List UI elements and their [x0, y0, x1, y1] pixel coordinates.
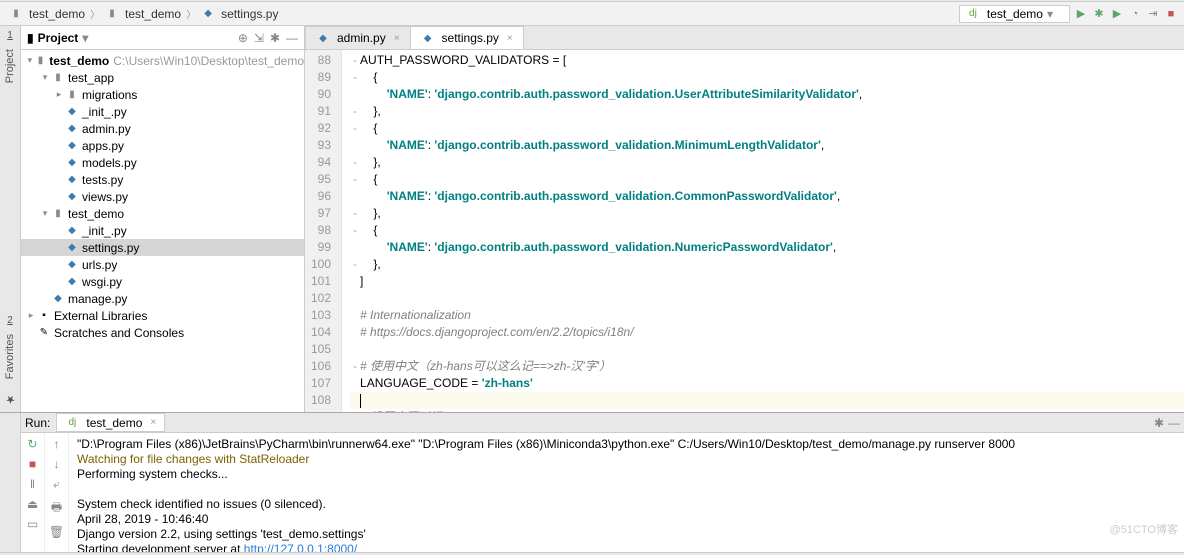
tree-row[interactable]: ◆views.py — [21, 188, 304, 205]
hide-icon[interactable]: — — [1168, 416, 1180, 430]
run-label: Run: — [25, 416, 50, 430]
tree-row[interactable]: ▸▮migrations — [21, 86, 304, 103]
python-file-icon: ◆ — [201, 7, 215, 21]
run-tool-window: Run: djtest_demo× ✱ — ↻ ■ ‖ ⏏ ▭ ↑ ↓ ⤶ 🖶 … — [0, 412, 1184, 552]
expand-all-icon[interactable]: ⇲ — [254, 31, 264, 45]
breadcrumb-item[interactable]: ◆settings.py — [198, 7, 281, 21]
project-panel-title[interactable]: ▮Project▾ — [27, 31, 88, 45]
coverage-icon[interactable]: ▶ — [1110, 7, 1124, 21]
tree-row[interactable]: ◆_init_.py — [21, 222, 304, 239]
chevron-down-icon: ▾ — [1047, 7, 1053, 21]
exit-icon[interactable]: ⏏ — [27, 497, 38, 511]
code-content[interactable]: -AUTH_PASSWORD_VALIDATORS = [- { 'NAME':… — [342, 50, 1184, 412]
folder-icon: ▮ — [9, 7, 23, 21]
profile-icon[interactable]: ◔ — [1128, 7, 1142, 21]
up-icon[interactable]: ↑ — [54, 437, 60, 451]
chevron-right-icon: 〉 — [186, 6, 196, 21]
pause-icon[interactable]: ‖ — [30, 477, 35, 491]
navigation-bar: ▮test_demo 〉 ▮test_demo 〉 ◆settings.py d… — [0, 2, 1184, 26]
run-config-selector[interactable]: djtest_demo▾ — [959, 5, 1070, 23]
tree-row[interactable]: ▾▮test_demo — [21, 205, 304, 222]
chevron-right-icon: 〉 — [90, 6, 100, 21]
run-tab[interactable]: djtest_demo× — [56, 413, 165, 432]
breadcrumb-item[interactable]: ▮test_demo — [6, 7, 88, 21]
console-output[interactable]: "D:\Program Files (x86)\JetBrains\PyChar… — [69, 433, 1184, 552]
tree-row[interactable]: ◆settings.py — [21, 239, 304, 256]
close-icon[interactable]: × — [507, 33, 513, 44]
favorites-tool-number[interactable]: 2 — [7, 315, 13, 326]
structure-tool-tab[interactable]: ★ — [2, 387, 19, 412]
breadcrumb-item[interactable]: ▮test_demo — [102, 7, 184, 21]
layout-icon[interactable]: ▭ — [27, 517, 38, 531]
django-icon: dj — [966, 7, 980, 21]
tab-admin[interactable]: ◆admin.py× — [305, 26, 411, 49]
project-tool-tab[interactable]: Project — [2, 43, 18, 89]
tree-row[interactable]: ◆manage.py — [21, 290, 304, 307]
wrap-icon[interactable]: ⤶ — [53, 477, 60, 492]
print-icon[interactable]: 🖶 — [51, 498, 62, 519]
tree-row[interactable]: ▾▮test_demoC:\Users\Win10\Desktop\test_d… — [21, 52, 304, 69]
left-toolwindow-stripe: 1 Project 2 Favorites ★ — [0, 26, 21, 412]
settings-icon[interactable]: ✱ — [270, 31, 280, 45]
project-panel: ▮Project▾ ⊕ ⇲ ✱ — ▾▮test_demoC:\Users\Wi… — [21, 26, 305, 412]
tree-row[interactable]: ◆tests.py — [21, 171, 304, 188]
trash-icon[interactable]: 🗑 — [49, 525, 64, 539]
code-editor[interactable]: 8889909192939495969798991001011021031041… — [305, 50, 1184, 412]
tab-settings[interactable]: ◆settings.py× — [410, 26, 524, 49]
django-icon: dj — [65, 416, 79, 430]
folder-icon: ▮ — [105, 7, 119, 21]
tree-row[interactable]: ▾▮test_app — [21, 69, 304, 86]
tree-row[interactable]: ◆wsgi.py — [21, 273, 304, 290]
tree-row[interactable]: ▸▪External Libraries — [21, 307, 304, 324]
close-icon[interactable]: × — [394, 33, 400, 44]
stop-icon[interactable]: ■ — [1164, 7, 1178, 21]
tree-row[interactable]: ◆models.py — [21, 154, 304, 171]
tree-row[interactable]: ✎Scratches and Consoles — [21, 324, 304, 341]
settings-icon[interactable]: ✱ — [1154, 416, 1164, 430]
attach-icon[interactable]: ⇥ — [1146, 7, 1160, 21]
debug-icon[interactable]: ✱ — [1092, 7, 1106, 21]
project-tool-number[interactable]: 1 — [7, 30, 13, 41]
tree-row[interactable]: ◆_init_.py — [21, 103, 304, 120]
close-icon[interactable]: × — [150, 417, 156, 428]
editor-tabs: ◆admin.py× ◆settings.py× — [305, 26, 1184, 50]
down-icon[interactable]: ↓ — [54, 457, 60, 471]
stop-icon[interactable]: ■ — [29, 457, 36, 471]
watermark: @51CTO博客 — [1110, 521, 1178, 537]
line-gutter[interactable]: 8889909192939495969798991001011021031041… — [305, 50, 342, 412]
hide-icon[interactable]: — — [286, 31, 298, 45]
python-file-icon: ◆ — [316, 31, 330, 45]
tree-row[interactable]: ◆apps.py — [21, 137, 304, 154]
run-icon[interactable]: ▶ — [1074, 7, 1088, 21]
rerun-icon[interactable]: ↻ — [27, 437, 37, 451]
tree-row[interactable]: ◆urls.py — [21, 256, 304, 273]
favorites-tool-tab[interactable]: Favorites — [2, 328, 18, 385]
select-opened-file-icon[interactable]: ⊕ — [238, 31, 248, 45]
python-file-icon: ◆ — [421, 31, 435, 45]
tree-row[interactable]: ◆admin.py — [21, 120, 304, 137]
project-tree[interactable]: ▾▮test_demoC:\Users\Win10\Desktop\test_d… — [21, 50, 304, 412]
